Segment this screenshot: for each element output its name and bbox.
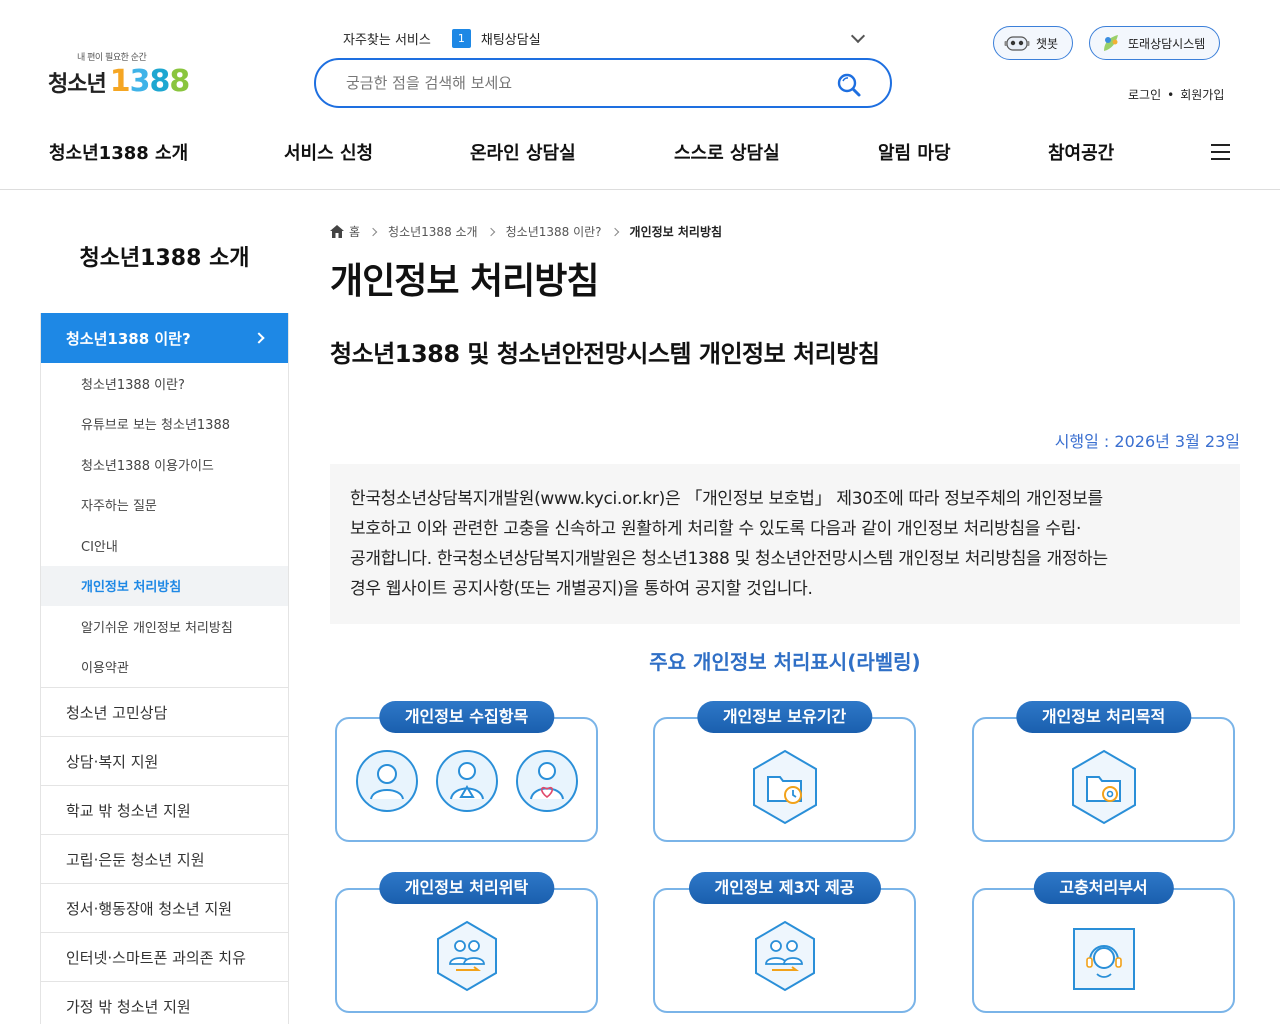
logo-tagline: 내 편이 필요한 순간 xyxy=(77,53,147,63)
folder-gear-icon xyxy=(1071,749,1136,825)
label-card-outsourcing[interactable]: 개인정보 처리위탁 xyxy=(335,872,598,1013)
account-links: 로그인 • 회원가입 xyxy=(1128,86,1224,103)
sidebar-active-label: 청소년1388 이란? xyxy=(66,329,191,348)
folder-clock-icon xyxy=(752,749,817,825)
home-icon[interactable] xyxy=(330,225,344,238)
chevron-right-icon xyxy=(368,227,378,236)
submenu-item[interactable]: 청소년1388 이란? xyxy=(41,363,288,404)
intro-line: 보호하고 이와 관련한 고충을 신속하고 원활하게 처리할 수 있도록 다음과 … xyxy=(350,519,1082,539)
sidebar-item[interactable]: 가정 밖 청소년 지원 xyxy=(41,981,288,1024)
search-icon[interactable] xyxy=(836,72,862,98)
intro-line: 공개합니다. 한국청소년상담복지개발원은 청소년1388 및 청소년안전망시스템… xyxy=(350,549,1108,569)
people-third-party-icon xyxy=(754,920,815,992)
card-label: 개인정보 보유기간 xyxy=(696,701,873,733)
card-label: 개인정보 제3자 제공 xyxy=(688,872,881,904)
hamburger-menu-icon[interactable] xyxy=(1211,144,1230,160)
sidebar-item[interactable]: 청소년 고민상담 xyxy=(41,687,288,736)
label-card-retention[interactable]: 개인정보 보유기간 xyxy=(653,701,916,842)
gnb-item-about[interactable]: 청소년1388 소개 xyxy=(49,139,188,165)
intro-box: 한국청소년상담복지개발원(www.kyci.or.kr)은 「개인정보 보호법」… xyxy=(330,464,1240,624)
card-label: 고충처리부서 xyxy=(1033,872,1174,904)
chevron-right-icon xyxy=(486,227,495,236)
chevron-down-icon[interactable] xyxy=(850,28,866,44)
join-link[interactable]: 회원가입 xyxy=(1180,88,1224,102)
label-card-third-party[interactable]: 개인정보 제3자 제공 xyxy=(653,872,916,1013)
page-title: 개인정보 처리방침 xyxy=(330,261,599,302)
person-heart-icon xyxy=(515,750,578,812)
submenu-item[interactable]: 이용약관 xyxy=(41,647,288,688)
card-label: 개인정보 처리위탁 xyxy=(378,872,555,904)
person-icon xyxy=(355,750,418,812)
search-input[interactable] xyxy=(346,72,806,94)
search-box xyxy=(314,58,892,108)
account-separator: • xyxy=(1167,88,1175,102)
breadcrumb-current: 개인정보 처리방침 xyxy=(629,225,723,239)
global-navigation: 청소년1388 소개 서비스 신청 온라인 상담실 스스로 상담실 알림 마당 … xyxy=(0,120,1280,190)
gnb-item-notice[interactable]: 알림 마당 xyxy=(878,139,951,165)
submenu-item[interactable]: 알기쉬운 개인정보 처리방침 xyxy=(41,606,288,647)
frequent-rank-badge: 1 xyxy=(451,29,471,48)
frequent-services[interactable]: 자주찾는 서비스 1 채팅상담실 xyxy=(343,28,866,48)
login-link[interactable]: 로그인 xyxy=(1128,88,1161,102)
sidebar-item[interactable]: 학교 밖 청소년 지원 xyxy=(41,785,288,834)
leaf-people-icon xyxy=(1104,35,1118,51)
intro-line: 경우 웹사이트 공지사항(또는 개별공지)을 통하여 공지할 것입니다. xyxy=(350,579,813,599)
gnb-item-self-counsel[interactable]: 스스로 상담실 xyxy=(674,139,780,165)
logo-number: 1388 xyxy=(109,64,190,99)
label-card-collection[interactable]: 개인정보 수집항목 xyxy=(335,701,598,842)
submenu-item[interactable]: CI안내 xyxy=(41,525,288,566)
sidebar-item[interactable]: 인터넷·스마트폰 과의존 치유 xyxy=(41,932,288,981)
sidebar-item[interactable]: 정서·행동장애 청소년 지원 xyxy=(41,883,288,932)
frequent-service-item[interactable]: 채팅상담실 xyxy=(481,29,541,48)
breadcrumb-item[interactable]: 청소년1388 이란? xyxy=(506,223,602,240)
breadcrumb-home[interactable]: 홈 xyxy=(349,223,360,240)
sidebar-submenu: 청소년1388 이란? 유튜브로 보는 청소년1388 청소년1388 이용가이… xyxy=(41,363,288,687)
peer-counseling-button[interactable]: 또래상담시스템 xyxy=(1089,26,1221,60)
chevron-right-icon xyxy=(610,227,619,236)
submenu-item[interactable]: 자주하는 질문 xyxy=(41,485,288,526)
sidebar-item-active[interactable]: 청소년1388 이란? xyxy=(41,313,288,363)
sidebar: 청소년1388 이란? 청소년1388 이란? 유튜브로 보는 청소년1388 … xyxy=(40,313,289,1024)
card-label: 개인정보 처리목적 xyxy=(1015,701,1192,733)
gnb-item-participation[interactable]: 참여공간 xyxy=(1048,139,1114,165)
logo-name: 청소년 xyxy=(48,72,107,97)
robot-icon xyxy=(1004,36,1030,51)
gnb-item-service[interactable]: 서비스 신청 xyxy=(284,139,373,165)
peer-counseling-label: 또래상담시스템 xyxy=(1128,36,1206,51)
card-label: 개인정보 수집항목 xyxy=(378,701,555,733)
section-title: 청소년1388 및 청소년안전망시스템 개인정보 처리방침 xyxy=(330,340,880,368)
breadcrumb-item[interactable]: 청소년1388 소개 xyxy=(388,223,478,240)
gnb-item-online-counsel[interactable]: 온라인 상담실 xyxy=(470,139,576,165)
submenu-item-current[interactable]: 개인정보 처리방침 xyxy=(41,565,288,606)
chatbot-button[interactable]: 챗봇 xyxy=(993,26,1074,60)
submenu-item[interactable]: 청소년1388 이용가이드 xyxy=(41,444,288,485)
person-triangle-icon xyxy=(435,750,498,812)
sidebar-item[interactable]: 고립·은둔 청소년 지원 xyxy=(41,834,288,883)
chevron-right-icon xyxy=(253,332,265,344)
chatbot-label: 챗봇 xyxy=(1036,36,1059,51)
frequent-services-label: 자주찾는 서비스 xyxy=(343,33,431,48)
people-transfer-icon xyxy=(436,920,497,992)
breadcrumb: 홈 청소년1388 소개 청소년1388 이란? 개인정보 처리방침 xyxy=(330,223,722,240)
effective-date: 시행일 : 2026년 3월 23일 xyxy=(1054,432,1240,451)
sidebar-title: 청소년1388 소개 xyxy=(79,246,250,271)
header: 내 편이 필요한 순간 청소년 1388 자주찾는 서비스 1 채팅상담실 챗봇 xyxy=(0,0,1280,120)
labeling-title: 주요 개인정보 처리표시(라벨링) xyxy=(649,650,921,674)
sidebar-item[interactable]: 상담·복지 지원 xyxy=(41,736,288,785)
intro-line: 한국청소년상담복지개발원(www.kyci.or.kr)은 「개인정보 보호법」… xyxy=(350,489,1103,509)
label-card-grievance[interactable]: 고충처리부서 xyxy=(972,872,1235,1013)
headset-icon xyxy=(1072,928,1135,990)
label-card-purpose[interactable]: 개인정보 처리목적 xyxy=(972,701,1235,842)
submenu-item[interactable]: 유튜브로 보는 청소년1388 xyxy=(41,404,288,445)
